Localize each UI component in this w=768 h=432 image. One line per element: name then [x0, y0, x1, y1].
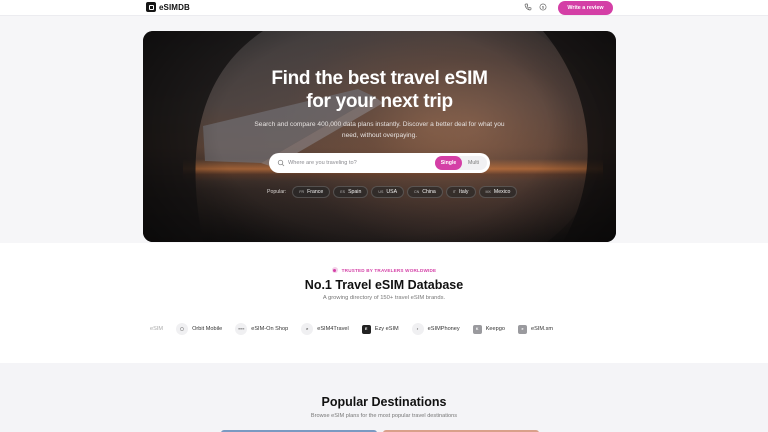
- brand-logo[interactable]: eSIMDB: [146, 2, 190, 12]
- destinations-subtitle: Browse eSIM plans for the most popular t…: [310, 413, 458, 419]
- toggle-single[interactable]: Single: [435, 156, 462, 170]
- sim-icon: [146, 2, 156, 12]
- database-subtitle: A growing directory of 150+ travel eSIM …: [322, 295, 446, 301]
- flag-icon: FR: [299, 190, 305, 194]
- esim-on-shop-logo-icon: ≡≡≡: [235, 323, 248, 335]
- chip-spain[interactable]: ES Spain: [333, 186, 369, 198]
- hero-title-line-1: Find the best travel eSIM: [271, 68, 488, 89]
- keepgo-logo-icon: K: [472, 324, 482, 334]
- trusted-badge-text: TRUSTED BY TRAVELERS WORLDWIDE: [341, 267, 437, 273]
- chip-label: Italy: [459, 189, 469, 195]
- hero-title: Find the best travel eSIM for your next …: [143, 67, 616, 113]
- brand-item-esimphoney[interactable]: ◐ eSIMPhoney: [411, 323, 460, 335]
- badge-dot-icon: [331, 267, 338, 273]
- brand-name: Ezy eSIM: [374, 326, 399, 332]
- chip-china[interactable]: CN China: [407, 186, 443, 198]
- write-review-button[interactable]: Write a review: [558, 1, 613, 15]
- brand-name: Keepgo: [485, 326, 505, 332]
- search-bar: Multi Single: [269, 153, 490, 173]
- chip-label: Mexico: [493, 189, 511, 195]
- svg-text:$: $: [542, 5, 545, 10]
- brand-name: eSIM-On Shop: [251, 326, 289, 332]
- brand-name: eSIMPhoney: [427, 326, 460, 332]
- chip-label: France: [307, 189, 324, 195]
- popular-destinations-chips: Popular: FR France ES Spain US USA CN China …: [267, 186, 518, 198]
- dollar-icon[interactable]: $: [539, 3, 547, 11]
- orbit-logo-icon: ◯: [176, 323, 189, 335]
- esim-sm-logo-icon: e: [518, 324, 527, 334]
- flag-icon: US: [378, 190, 384, 194]
- esim4travel-logo-icon: e: [301, 323, 314, 335]
- brand-name: eSIM: [150, 326, 164, 332]
- brand-item-keepgo[interactable]: K Keepgo: [472, 324, 505, 334]
- brand-name: eSIM4Travel: [317, 326, 349, 332]
- brand-item-esim4travel[interactable]: e eSIM4Travel: [301, 323, 349, 335]
- flag-icon: MX: [485, 190, 491, 194]
- database-title: No.1 Travel eSIM Database: [304, 278, 464, 292]
- chip-italy[interactable]: IT Italy: [445, 186, 476, 198]
- hero-banner: Find the best travel eSIM for your next …: [143, 31, 616, 242]
- flag-icon: ES: [340, 190, 346, 194]
- chip-label: China: [422, 189, 436, 195]
- brand-item-esim-sm[interactable]: e eSIM.sm: [518, 324, 554, 334]
- chip-usa[interactable]: US USA: [371, 186, 405, 198]
- popular-label: Popular:: [267, 189, 287, 195]
- brand-name: eSIMDB: [159, 2, 190, 12]
- brand-name: Orbit Mobile: [192, 326, 223, 332]
- phone-icon[interactable]: [524, 3, 532, 11]
- ezy-esim-logo-icon: E: [361, 324, 371, 334]
- chip-label: USA: [386, 189, 398, 195]
- destination-search-input[interactable]: [288, 157, 428, 169]
- search-icon: [277, 159, 285, 167]
- flag-icon: CN: [414, 190, 420, 194]
- brand-carousel: eSIM ◯ Orbit Mobile ≡≡≡ eSIM-On Shop e eSIM…: [150, 322, 612, 336]
- brand-name: eSIM.sm: [531, 326, 554, 332]
- destinations-title: Popular Destinations: [321, 395, 447, 409]
- trusted-badge: TRUSTED BY TRAVELERS WORLDWIDE: [0, 267, 768, 273]
- toggle-multi[interactable]: Multi: [460, 156, 487, 170]
- esimphoney-logo-icon: ◐: [411, 323, 424, 335]
- chip-mexico[interactable]: MX Mexico: [478, 186, 518, 198]
- flag-icon: IT: [452, 190, 456, 194]
- brand-item-faded[interactable]: eSIM: [150, 326, 163, 332]
- page: eSIMDB $ Write a review Find the best tr…: [0, 0, 768, 432]
- chip-france[interactable]: FR France: [292, 186, 331, 198]
- chip-label: Spain: [348, 189, 362, 195]
- trip-type-toggle: Multi Single: [435, 156, 487, 170]
- hero-title-line-2: for your next trip: [306, 91, 453, 112]
- brand-item-esim-on-shop[interactable]: ≡≡≡ eSIM-On Shop: [235, 323, 288, 335]
- top-navbar: eSIMDB $ Write a review: [0, 0, 768, 16]
- trusted-section: TRUSTED BY TRAVELERS WORLDWIDE No.1 Trav…: [0, 243, 768, 363]
- brand-item-ezy-esim[interactable]: E Ezy eSIM: [361, 324, 399, 334]
- brand-item-orbit-mobile[interactable]: ◯ Orbit Mobile: [176, 323, 222, 335]
- popular-destinations-section: Popular Destinations Browse eSIM plans f…: [0, 363, 768, 432]
- hero-subtitle: Search and compare 400,000 data plans in…: [254, 121, 505, 139]
